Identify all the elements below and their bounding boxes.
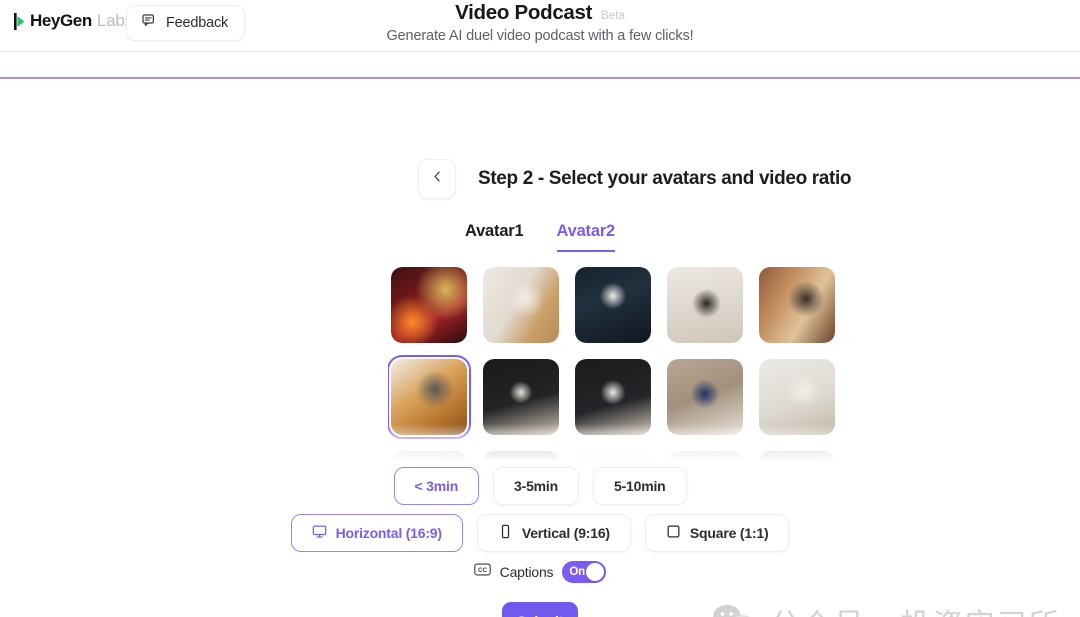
avatar-tile-13[interactable] [575,451,651,460]
chevron-left-icon [431,170,444,188]
feedback-button[interactable]: Feedback [126,5,246,41]
avatar-thumb-row3-2 [483,451,559,460]
title-row: Video Podcast Beta [455,1,625,25]
brand-name-bold: HeyGen [30,11,92,30]
ratio-option-horizontal[interactable]: Horizontal (16:9) [290,514,463,552]
avatar-grid [388,264,848,460]
avatar-thumb-woman-white-tee-chair [759,359,835,435]
avatar-thumb-row3-4 [667,451,743,460]
step-header: Step 2 - Select your avatars and video r… [418,159,852,199]
avatar-thumb-man-navy-suit-desk [483,359,559,435]
top-bar: HeyGen Labs Feedback Video Podcast Beta … [0,0,1080,52]
avatar-thumb-man-grey-turtleneck [391,359,467,435]
submit-button[interactable]: Submit [502,602,578,617]
duration-options: < 3min 3-5min 5-10min [0,467,1080,505]
duration-option-under-3min[interactable]: < 3min [393,467,480,505]
captions-toggle[interactable]: On [562,561,607,583]
avatar-tile-15[interactable] [759,451,835,460]
duration-option-5-10min[interactable]: 5-10min [592,467,687,505]
avatar-tile-2[interactable] [483,267,559,343]
avatar-tile-12[interactable] [483,451,559,460]
avatar-tile-7[interactable] [483,359,559,435]
avatar-tile-11[interactable] [391,451,467,460]
message-square-icon [141,13,157,34]
avatar-thumb-santa-fireplace [391,267,467,343]
avatar-thumb-woman-white-blouse-desk [575,359,651,435]
smartphone-icon [498,524,513,542]
beta-badge: Beta [601,10,625,22]
avatar-tile-5[interactable] [759,267,835,343]
avatar-tile-8[interactable] [575,359,651,435]
avatar-tile-3[interactable] [575,267,651,343]
svg-text:CC: CC [478,567,487,574]
submit-row: Submit [0,602,1080,617]
ratio-option-vertical[interactable]: Vertical (9:16) [476,514,631,552]
avatar-thumb-man-blue-blazer-desk [667,359,743,435]
avatar-thumb-row3-5 [759,451,835,460]
avatar-tile-4[interactable] [667,267,743,343]
tab-avatar1[interactable]: Avatar1 [465,222,524,252]
heygen-logo-mark [14,12,25,30]
captions-row: CC Captions On [0,561,1080,583]
heygen-labs-logo: HeyGen Labs [14,11,133,31]
captions-label: Captions [499,564,554,580]
avatar-thumb-row3-1 [391,451,467,460]
avatar-tile-9[interactable] [667,359,743,435]
main-content: Step 2 - Select your avatars and video r… [0,52,1080,617]
ratio-options: Horizontal (16:9) Vertical (9:16) Square… [0,514,1080,552]
avatar-thumb-man-suit-night-window [575,267,651,343]
page-title: Video Podcast [455,1,593,24]
step-title: Step 2 - Select your avatars and video r… [478,168,852,189]
captions-toggle-state: On [569,566,586,578]
avatar-tile-6[interactable] [388,354,472,440]
ratio-option-square-label: Square (1:1) [689,525,769,541]
duration-option-3-5min[interactable]: 3-5min [493,467,579,505]
avatar-tile-1[interactable] [391,267,467,343]
ratio-option-horizontal-label: Horizontal (16:9) [335,525,442,541]
avatar-tile-10[interactable] [759,359,835,435]
avatar-grid-viewport[interactable] [388,264,848,460]
avatar-tabs: Avatar1 Avatar2 [0,222,1080,252]
avatar-thumb-woman-white-sweater [483,267,559,343]
avatar-thumb-woman-sofa-livingroom [667,267,743,343]
closed-caption-icon: CC [473,563,491,581]
tab-avatar2[interactable]: Avatar2 [556,222,615,252]
ratio-option-vertical-label: Vertical (9:16) [521,525,610,541]
feedback-button-label: Feedback [166,15,229,31]
captions-toggle-knob [586,563,605,581]
monitor-icon [312,524,327,542]
avatar-tile-14[interactable] [667,451,743,460]
avatar-thumb-woman-bookshelf-desk [759,267,835,343]
ratio-option-square[interactable]: Square (1:1) [644,514,790,552]
avatar-thumb-row3-3 [575,451,651,460]
square-icon [666,524,681,542]
back-button[interactable] [418,159,456,199]
